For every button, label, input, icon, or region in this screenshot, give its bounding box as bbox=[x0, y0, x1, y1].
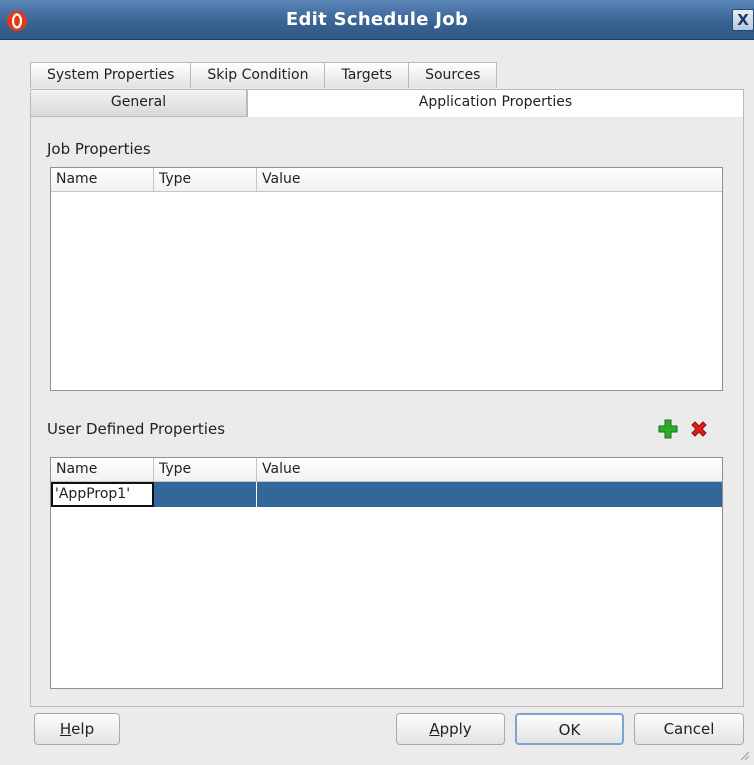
column-header-type[interactable]: Type bbox=[154, 168, 257, 191]
dialog-body: System Properties Skip Condition Targets… bbox=[0, 40, 754, 765]
tab-system-properties[interactable]: System Properties bbox=[30, 62, 191, 88]
add-icon[interactable] bbox=[657, 418, 679, 440]
table-header: Name Type Value bbox=[51, 458, 722, 482]
tab-skip-condition[interactable]: Skip Condition bbox=[190, 62, 325, 88]
column-header-name[interactable]: Name bbox=[51, 168, 154, 191]
user-defined-properties-table[interactable]: Name Type Value 'AppProp1' bbox=[50, 457, 723, 689]
tab-general[interactable]: General bbox=[30, 89, 247, 117]
name-cell-editor[interactable]: 'AppProp1' bbox=[51, 482, 154, 507]
column-header-value[interactable]: Value bbox=[257, 168, 722, 191]
apply-button[interactable]: Apply bbox=[396, 713, 505, 745]
column-header-value[interactable]: Value bbox=[257, 458, 722, 481]
delete-icon[interactable] bbox=[688, 418, 710, 440]
table-row[interactable]: 'AppProp1' bbox=[51, 482, 722, 507]
apply-label: pply bbox=[439, 720, 472, 738]
close-icon: X bbox=[737, 11, 749, 29]
help-mnemonic: H bbox=[59, 720, 72, 738]
tab-row-top: System Properties Skip Condition Targets… bbox=[30, 62, 498, 88]
table-header: Name Type Value bbox=[51, 168, 722, 192]
tab-targets[interactable]: Targets bbox=[324, 62, 409, 88]
title-bar: Edit Schedule Job X bbox=[0, 0, 754, 40]
resize-grip-icon[interactable] bbox=[740, 751, 750, 761]
column-header-type[interactable]: Type bbox=[154, 458, 257, 481]
value-cell[interactable] bbox=[257, 482, 722, 507]
help-label: elp bbox=[71, 720, 95, 738]
application-properties-panel: Job Properties Name Type Value User Defi… bbox=[30, 117, 744, 707]
close-button[interactable]: X bbox=[732, 9, 754, 31]
apply-mnemonic: A bbox=[429, 720, 440, 738]
column-header-name[interactable]: Name bbox=[51, 458, 154, 481]
cancel-button[interactable]: Cancel bbox=[634, 713, 744, 745]
job-properties-table[interactable]: Name Type Value bbox=[50, 167, 723, 391]
tab-application-properties[interactable]: Application Properties bbox=[247, 89, 744, 118]
tab-sources[interactable]: Sources bbox=[408, 62, 498, 88]
ok-button[interactable]: OK bbox=[515, 713, 624, 745]
type-cell[interactable] bbox=[154, 482, 257, 507]
user-defined-properties-label: User Defined Properties bbox=[47, 420, 226, 438]
window-title: Edit Schedule Job bbox=[285, 9, 469, 30]
tab-row-bottom: General Application Properties bbox=[30, 89, 744, 118]
job-properties-label: Job Properties bbox=[47, 140, 151, 158]
help-button[interactable]: Help bbox=[34, 713, 120, 745]
